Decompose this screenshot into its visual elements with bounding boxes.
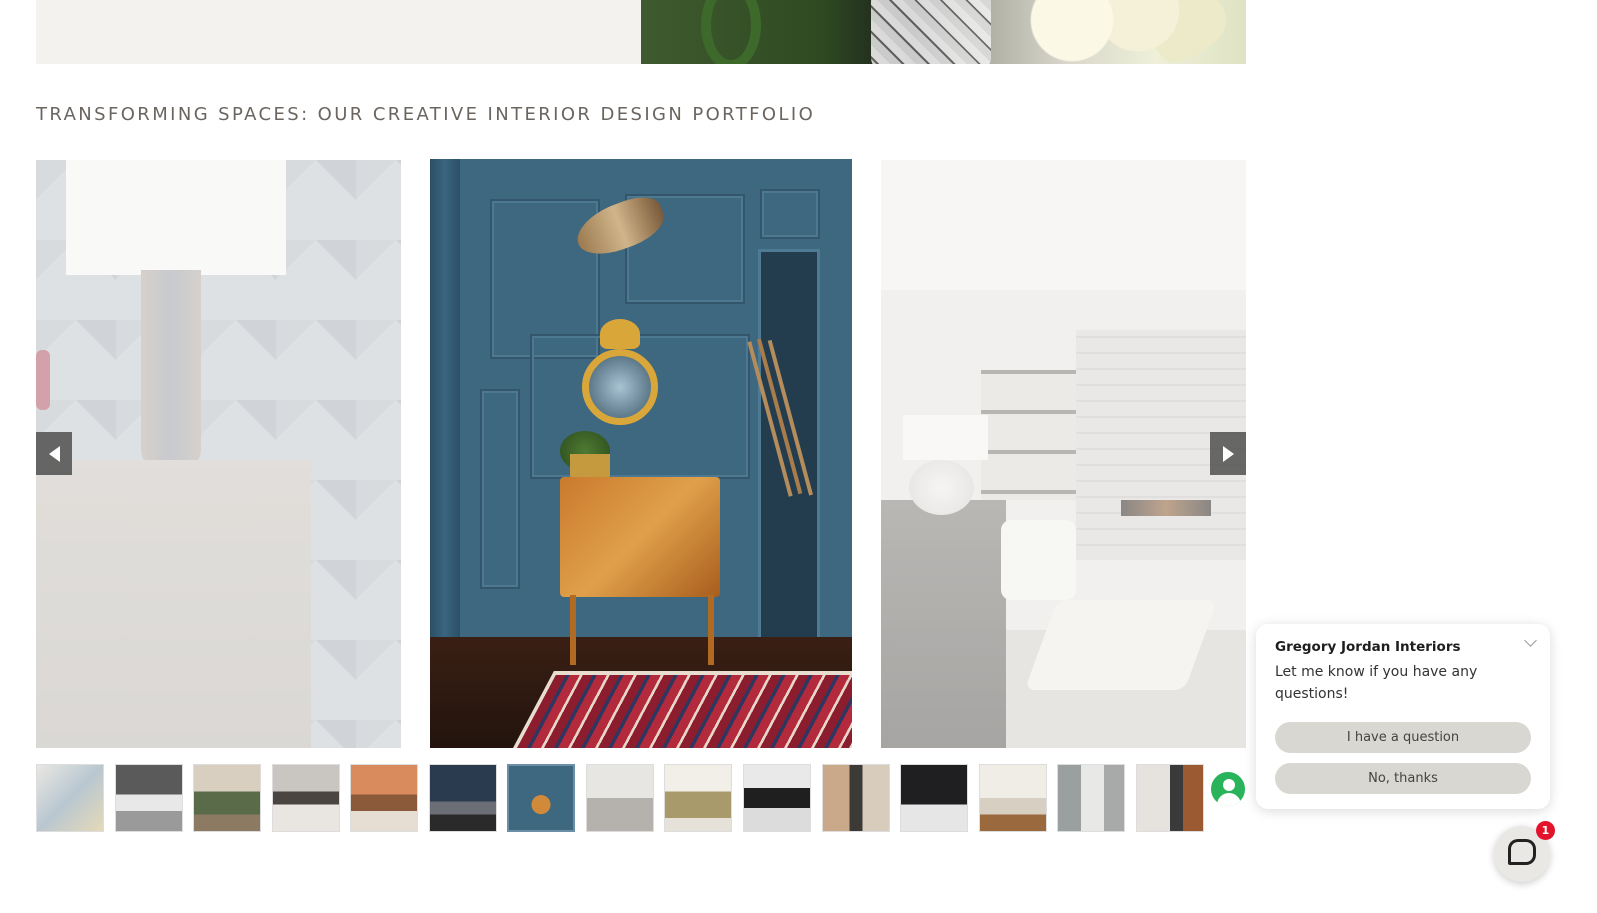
have-question-button[interactable]: I have a question — [1275, 722, 1531, 753]
thumbnail[interactable] — [36, 764, 104, 832]
chat-company-name: Gregory Jordan Interiors — [1275, 639, 1461, 655]
carousel-prev-button[interactable] — [36, 432, 72, 475]
convex-mirror — [582, 349, 658, 425]
thumbnail-strip — [36, 764, 1246, 832]
no-thanks-button[interactable]: No, thanks — [1275, 763, 1531, 794]
thumbnail[interactable] — [664, 764, 732, 832]
thumbnail[interactable] — [743, 764, 811, 832]
carousel-slide-next[interactable] — [881, 160, 1246, 748]
white-flowers — [1006, 0, 1226, 64]
portfolio-heading: TRANSFORMING SPACES: OUR CREATIVE INTERI… — [36, 104, 816, 125]
thumbnail[interactable] — [1057, 764, 1125, 832]
notification-badge: 1 — [1536, 821, 1555, 840]
thumbnail[interactable] — [350, 764, 418, 832]
persian-rug — [506, 671, 852, 748]
thumbnail[interactable] — [822, 764, 890, 832]
top-image-left — [36, 0, 641, 64]
thumbnail[interactable] — [115, 764, 183, 832]
chevron-right-icon — [1222, 445, 1234, 462]
thumbnail[interactable] — [900, 764, 968, 832]
antique-desk — [560, 477, 720, 597]
thumbnail[interactable] — [429, 764, 497, 832]
carousel-slide-active[interactable] — [430, 159, 852, 748]
green-stool — [701, 0, 761, 64]
carousel-next-button[interactable] — [1210, 432, 1246, 475]
thumbnail[interactable] — [979, 764, 1047, 832]
chevron-down-icon[interactable] — [1524, 636, 1538, 650]
thumbnail[interactable] — [193, 764, 261, 832]
thumbnail[interactable] — [586, 764, 654, 832]
chat-bubble-icon — [1508, 839, 1536, 865]
chat-popup: Gregory Jordan Interiors Let me know if … — [1256, 624, 1550, 809]
carousel-slide-previous[interactable] — [36, 160, 401, 748]
thumbnail[interactable] — [272, 764, 340, 832]
alcove-shelf — [758, 249, 820, 679]
chat-message: Let me know if you have any questions! — [1275, 664, 1478, 702]
thumbnail-active[interactable] — [507, 764, 575, 832]
decorative-vase — [871, 0, 991, 64]
thumbnail[interactable] — [1136, 764, 1204, 832]
top-image-right — [641, 0, 1246, 64]
mirror-eagle — [600, 319, 640, 349]
chevron-left-icon — [48, 445, 60, 462]
person-avatar-icon[interactable] — [1209, 770, 1247, 808]
